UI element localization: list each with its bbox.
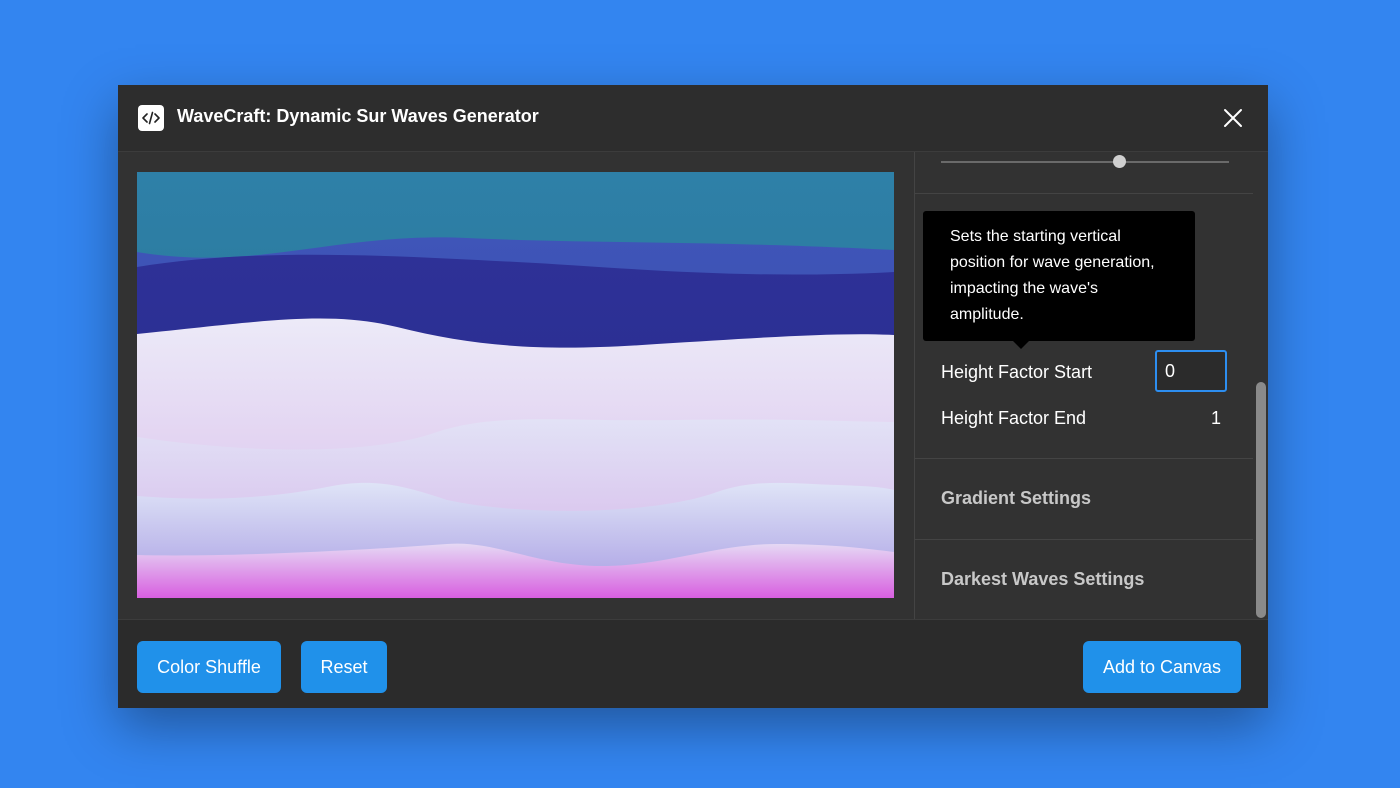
height-factor-end-value: 1 bbox=[1211, 408, 1222, 428]
section-divider bbox=[915, 539, 1253, 540]
section-divider bbox=[915, 458, 1253, 459]
darkest-waves-settings-section[interactable]: Darkest Waves Settings bbox=[941, 569, 1144, 590]
dialog-footer: Color Shuffle Reset Add to Canvas bbox=[118, 619, 1268, 708]
reset-button[interactable]: Reset bbox=[301, 641, 387, 693]
height-factor-start-label: Height Factor Start bbox=[941, 362, 1093, 382]
add-to-canvas-button[interactable]: Add to Canvas bbox=[1083, 641, 1241, 693]
slider-thumb[interactable] bbox=[1113, 155, 1127, 168]
scroll-thumb[interactable] bbox=[1256, 382, 1266, 618]
code-icon bbox=[138, 105, 164, 131]
height-factor-end-label: Height Factor End bbox=[941, 408, 1087, 428]
dialog-body: Sets the starting vertical position for … bbox=[118, 152, 1268, 619]
dialog-title: WaveCraft: Dynamic Sur Waves Generator bbox=[177, 106, 539, 126]
close-icon[interactable] bbox=[1220, 105, 1246, 131]
slider-track[interactable] bbox=[941, 161, 1229, 163]
gradient-settings-section[interactable]: Gradient Settings bbox=[941, 488, 1091, 509]
wave-preview bbox=[137, 172, 894, 598]
tooltip: Sets the starting vertical position for … bbox=[923, 211, 1195, 341]
settings-panel: Sets the starting vertical position for … bbox=[915, 152, 1253, 619]
dialog-header: WaveCraft: Dynamic Sur Waves Generator bbox=[118, 85, 1268, 152]
section-divider bbox=[915, 193, 1253, 194]
height-factor-start-input[interactable] bbox=[1155, 350, 1227, 392]
wave-generator-dialog: WaveCraft: Dynamic Sur Waves Generator S… bbox=[118, 85, 1268, 708]
tooltip-arrow bbox=[1013, 341, 1029, 349]
panel-scrollbar[interactable] bbox=[1255, 152, 1267, 619]
color-shuffle-button[interactable]: Color Shuffle bbox=[137, 641, 281, 693]
